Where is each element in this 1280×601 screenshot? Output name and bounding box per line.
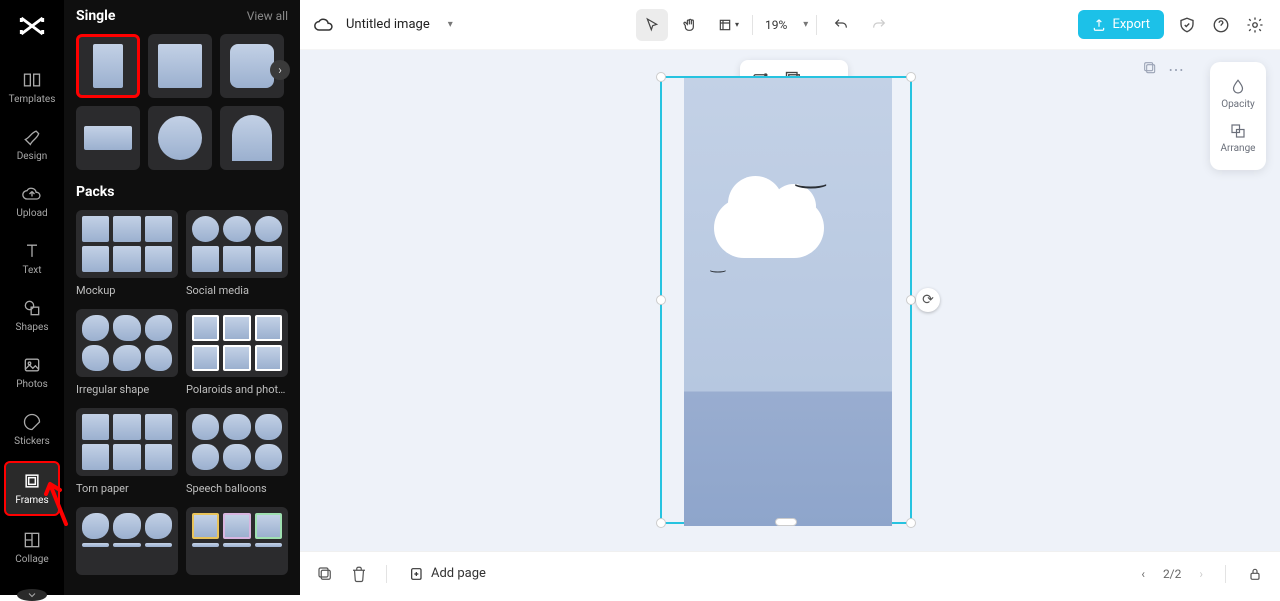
redo-icon[interactable] bbox=[863, 9, 895, 41]
pack-label: Social media bbox=[186, 284, 288, 297]
rail-more[interactable] bbox=[17, 589, 47, 601]
rail-label: Templates bbox=[9, 94, 56, 105]
title-dropdown-icon[interactable]: ▾ bbox=[448, 19, 453, 30]
rail-shapes[interactable]: Shapes bbox=[4, 290, 60, 341]
main-area: Untitled image ▾ ▾ 19% ▾ Export Page 2 bbox=[300, 0, 1280, 595]
rotate-handle-icon[interactable]: ⟳ bbox=[916, 288, 940, 312]
document-title[interactable]: Untitled image bbox=[346, 17, 430, 32]
page-count: 2/2 bbox=[1163, 567, 1181, 581]
hand-tool-icon[interactable] bbox=[674, 9, 706, 41]
add-page-button[interactable]: Add page bbox=[403, 562, 492, 586]
export-label: Export bbox=[1112, 17, 1150, 32]
page-tools: ⋯ bbox=[1142, 60, 1184, 80]
resize-handle[interactable] bbox=[656, 72, 666, 82]
add-page-label: Add page bbox=[431, 566, 486, 581]
pack-irregular-shape[interactable] bbox=[76, 309, 178, 377]
page-more-icon[interactable]: ⋯ bbox=[1168, 60, 1184, 80]
pack-extra-1[interactable] bbox=[76, 507, 178, 575]
single-title: Single bbox=[76, 8, 115, 24]
frame-circle[interactable] bbox=[148, 106, 212, 170]
resize-handle[interactable] bbox=[906, 72, 916, 82]
export-button[interactable]: Export bbox=[1078, 10, 1164, 39]
resize-handle[interactable] bbox=[906, 518, 916, 528]
rail-frames[interactable]: Frames bbox=[4, 461, 60, 516]
cloud-graphic bbox=[714, 198, 824, 258]
zoom-level[interactable]: 19% bbox=[761, 18, 791, 32]
next-page-icon[interactable]: › bbox=[1195, 563, 1207, 585]
frame-arch[interactable] bbox=[220, 106, 284, 170]
rail-upload[interactable]: Upload bbox=[4, 176, 60, 227]
pack-label: Torn paper bbox=[76, 482, 178, 495]
rail-label: Design bbox=[17, 151, 48, 162]
pack-extra-2[interactable] bbox=[186, 507, 288, 575]
rail-templates[interactable]: Templates bbox=[4, 62, 60, 113]
pack-label: Mockup bbox=[76, 284, 178, 297]
pack-social-media[interactable] bbox=[186, 210, 288, 278]
rail-label: Collage bbox=[15, 554, 48, 565]
rail-label: Photos bbox=[16, 379, 48, 390]
pack-label: Irregular shape bbox=[76, 383, 178, 396]
rail-collage[interactable]: Collage bbox=[4, 522, 60, 573]
packs-title: Packs bbox=[76, 184, 288, 200]
frames-panel: Single View all › Packs Mockup Social me… bbox=[64, 0, 300, 595]
zoom-dropdown-icon[interactable]: ▾ bbox=[803, 19, 808, 30]
delete-icon[interactable] bbox=[348, 563, 370, 585]
resize-handle[interactable] bbox=[906, 295, 916, 305]
bird-graphic: ⌣ bbox=[708, 263, 727, 278]
pack-speech-balloons[interactable] bbox=[186, 408, 288, 476]
frame-square[interactable] bbox=[148, 34, 212, 98]
canvas[interactable]: Page 2 ⋯ ⋯ ⌣ ⌣ ⟳ bbox=[300, 50, 1280, 551]
rail-label: Frames bbox=[15, 495, 48, 506]
rail-stickers[interactable]: Stickers bbox=[4, 404, 60, 455]
cloud-save-icon[interactable] bbox=[314, 15, 334, 35]
bird-graphic: ⌣ bbox=[792, 169, 830, 199]
opacity-control[interactable]: Opacity bbox=[1210, 72, 1266, 116]
opacity-label: Opacity bbox=[1221, 99, 1255, 110]
pack-label: Speech balloons bbox=[186, 482, 288, 495]
arrange-label: Arrange bbox=[1221, 143, 1256, 154]
rail-label: Shapes bbox=[16, 322, 49, 333]
lock-icon[interactable] bbox=[1244, 563, 1266, 585]
layers-icon[interactable] bbox=[314, 563, 336, 585]
prev-page-icon[interactable]: ‹ bbox=[1137, 563, 1149, 585]
resize-handle[interactable] bbox=[656, 518, 666, 528]
undo-icon[interactable] bbox=[825, 9, 857, 41]
selected-frame[interactable]: ⌣ ⌣ ⟳ bbox=[660, 76, 912, 524]
rail-design[interactable]: Design bbox=[4, 119, 60, 170]
frame-landscape[interactable] bbox=[76, 106, 140, 170]
pack-polaroids[interactable] bbox=[186, 309, 288, 377]
bottombar: Add page ‹ 2/2 › bbox=[300, 551, 1280, 595]
app-logo[interactable] bbox=[16, 10, 48, 42]
frame-placeholder-image: ⌣ ⌣ bbox=[684, 78, 892, 526]
arrange-control[interactable]: Arrange bbox=[1210, 116, 1266, 160]
left-rail: Templates Design Upload Text Shapes Phot… bbox=[0, 0, 64, 595]
right-property-panel: Opacity Arrange bbox=[1210, 62, 1266, 170]
rail-photos[interactable]: Photos bbox=[4, 347, 60, 398]
rail-label: Text bbox=[22, 265, 41, 276]
rail-text[interactable]: Text bbox=[4, 233, 60, 284]
help-icon[interactable] bbox=[1210, 14, 1232, 36]
pack-torn-paper[interactable] bbox=[76, 408, 178, 476]
settings-icon[interactable] bbox=[1244, 14, 1266, 36]
frame-tall-portrait[interactable] bbox=[76, 34, 140, 98]
duplicate-page-icon[interactable] bbox=[1142, 60, 1158, 80]
crop-tool-icon[interactable]: ▾ bbox=[712, 9, 744, 41]
select-tool-icon[interactable] bbox=[636, 9, 668, 41]
pack-mockup[interactable] bbox=[76, 210, 178, 278]
rail-label: Upload bbox=[16, 208, 47, 219]
resize-handle[interactable] bbox=[775, 518, 797, 526]
view-all-link[interactable]: View all bbox=[247, 9, 288, 23]
rail-label: Stickers bbox=[14, 436, 50, 447]
resize-handle[interactable] bbox=[656, 295, 666, 305]
pack-label: Polaroids and photo f… bbox=[186, 383, 288, 396]
shield-icon[interactable] bbox=[1176, 14, 1198, 36]
scroll-right-icon[interactable]: › bbox=[270, 60, 290, 80]
topbar: Untitled image ▾ ▾ 19% ▾ Export bbox=[300, 0, 1280, 50]
